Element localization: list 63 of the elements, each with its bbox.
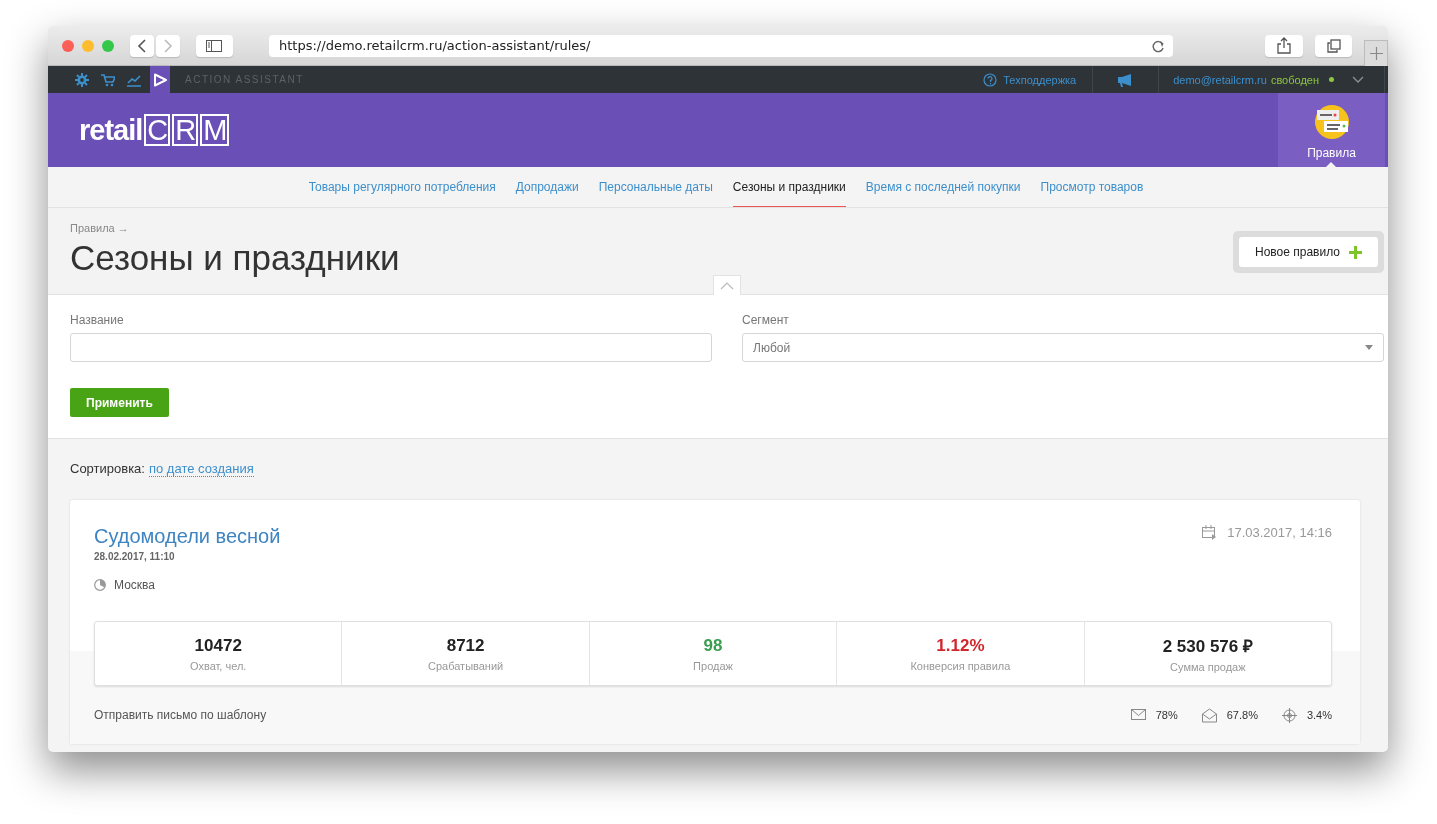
metric-value: 78% (1155, 709, 1178, 721)
address-field[interactable]: https://demo.retailcrm.ru/action-assistant/rules/ (269, 34, 1174, 57)
sidebar-button[interactable] (195, 34, 234, 57)
new-tab-button[interactable] (1364, 39, 1388, 66)
chevron-up-icon (720, 281, 734, 290)
back-button[interactable] (129, 34, 154, 57)
page-title: Сезоны и праздники (70, 238, 400, 278)
stat-label: Сумма продаж (1170, 661, 1246, 673)
tab[interactable]: Просмотр товаров (1040, 167, 1144, 207)
created-date: 28.02.2017, 11:10 (94, 551, 175, 562)
tabs-icon (1326, 38, 1341, 53)
tab[interactable]: Персональные даты (598, 167, 713, 207)
open-envelope-icon (1201, 707, 1217, 723)
stat-label: Охват, чел. (190, 659, 247, 672)
pie-chart-icon (94, 579, 106, 591)
name-input-field[interactable] (70, 333, 712, 362)
share-button[interactable] (1265, 34, 1303, 57)
sort-link[interactable]: по дате создания (148, 461, 254, 477)
tabs-button[interactable] (1314, 34, 1353, 57)
crosshair-icon (1281, 707, 1297, 723)
envelope-icon (1130, 707, 1146, 723)
dropdown-arrow-icon (1365, 345, 1373, 350)
stat-value: 1.12% (936, 635, 985, 656)
tab[interactable]: Сезоны и праздники (732, 167, 846, 207)
segment-dropdown[interactable]: Любой (742, 333, 1384, 362)
rules-module-button[interactable]: Правила (1278, 93, 1385, 167)
reload-icon[interactable] (1152, 38, 1166, 53)
help-icon (983, 72, 998, 87)
stat-value: 2 530 576 ₽ (1162, 636, 1253, 657)
stat-label: Продаж (693, 659, 733, 672)
stat-value: 98 (703, 635, 723, 656)
play-icon[interactable] (150, 66, 170, 93)
breadcrumb-link[interactable]: Правила → (70, 222, 129, 234)
calendar-icon (1202, 525, 1218, 540)
segment-label: Москва (114, 578, 155, 592)
stat-value: 8712 (446, 635, 485, 656)
apply-button[interactable]: Применить (70, 388, 169, 417)
support-link[interactable]: Техподдержка (983, 72, 1093, 87)
chevron-left-icon (136, 38, 147, 53)
close-icon[interactable] (62, 39, 74, 52)
chevron-right-icon (162, 38, 173, 53)
stat-value: 10472 (194, 635, 242, 656)
stat-label: Срабатываний (428, 659, 504, 672)
tab[interactable]: Товары регулярного потребления (308, 167, 496, 207)
plus-icon (1349, 245, 1362, 259)
field-label: Название (70, 313, 124, 327)
tab[interactable]: Время с последней покупки (865, 167, 1021, 207)
chevron-down-icon (1352, 75, 1364, 84)
field-label: Сегмент (742, 313, 789, 327)
metric-value: 67.8% (1226, 709, 1258, 721)
sort-label: Сортировка: (70, 461, 145, 477)
action-label: Отправить письмо по шаблону (94, 708, 267, 722)
metric-value: 3.4% (1306, 709, 1332, 721)
status-dot-icon (1329, 77, 1334, 82)
scheduled-date: 17.03.2017, 14:16 (1227, 525, 1332, 540)
plus-icon (1369, 46, 1383, 60)
new-rule-button[interactable]: Новое правило (1239, 237, 1378, 267)
sidebar-icon (206, 39, 223, 52)
stat-label: Конверсия правила (910, 659, 1011, 672)
share-icon (1277, 37, 1292, 54)
rules-cards-icon (1313, 104, 1350, 140)
rule-title-link[interactable]: Судомодели весной (94, 525, 281, 548)
tab[interactable]: Допродажи (515, 167, 579, 207)
